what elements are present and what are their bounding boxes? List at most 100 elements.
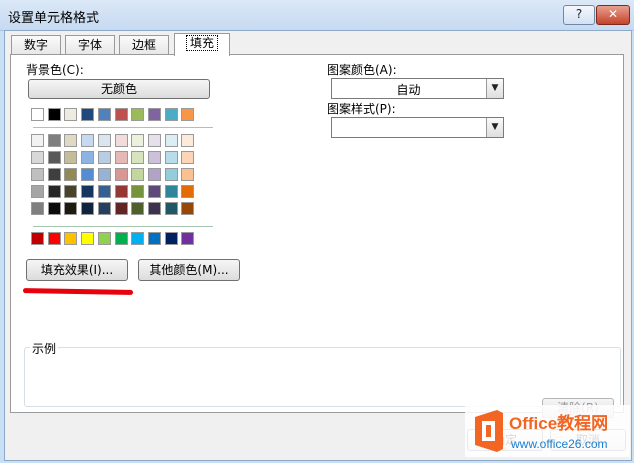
color-swatch[interactable] <box>181 168 195 181</box>
color-swatch[interactable] <box>81 151 95 164</box>
standard-color-swatch[interactable] <box>164 232 178 245</box>
fill-effects-button[interactable]: 填充效果(I)... <box>26 259 128 281</box>
standard-color-swatch[interactable] <box>131 232 145 245</box>
watermark-brand: Office教程网 <box>509 413 608 433</box>
color-swatch[interactable] <box>114 202 128 215</box>
color-swatch[interactable] <box>131 108 145 121</box>
tab-font[interactable]: 字体 <box>65 35 115 55</box>
standard-color-swatch[interactable] <box>114 232 128 245</box>
standard-color-swatch[interactable] <box>47 232 61 245</box>
color-swatch[interactable] <box>31 134 44 147</box>
pattern-color-dropdown[interactable]: 自动 ▼ <box>331 78 504 99</box>
color-swatch[interactable] <box>31 185 44 198</box>
color-swatch[interactable] <box>81 108 95 121</box>
help-button[interactable]: ? <box>563 5 595 25</box>
color-swatch[interactable] <box>114 151 128 164</box>
title-bar: 设置单元格格式 ? ✕ <box>0 0 634 31</box>
color-swatch[interactable] <box>64 108 78 121</box>
color-swatch[interactable] <box>64 134 78 147</box>
no-color-button[interactable]: 无颜色 <box>28 79 210 99</box>
more-colors-button[interactable]: 其他颜色(M)... <box>138 259 240 281</box>
tab-fill[interactable]: 填充 <box>174 33 230 56</box>
color-swatch[interactable] <box>147 151 161 164</box>
color-swatch[interactable] <box>81 134 95 147</box>
pattern-style-label: 图案样式(P): <box>327 102 396 116</box>
color-swatch[interactable] <box>131 151 145 164</box>
color-swatch[interactable] <box>131 134 145 147</box>
dialog-client: 数字 字体 边框 填充 背景色(C): 无颜色 填充效果(I)... 其他颜色(… <box>4 30 632 461</box>
window-title: 设置单元格格式 <box>8 11 100 26</box>
color-swatch[interactable] <box>47 108 61 121</box>
pattern-style-dropdown[interactable]: ▼ <box>331 117 504 138</box>
color-swatch[interactable] <box>81 202 95 215</box>
color-swatch[interactable] <box>81 168 95 181</box>
chevron-down-icon[interactable]: ▼ <box>486 118 503 137</box>
color-swatch[interactable] <box>131 168 145 181</box>
color-swatch[interactable] <box>97 202 111 215</box>
color-swatch[interactable] <box>31 151 44 164</box>
color-swatch[interactable] <box>114 168 128 181</box>
color-swatch[interactable] <box>81 185 95 198</box>
chevron-down-icon[interactable]: ▼ <box>486 79 503 98</box>
color-swatch[interactable] <box>181 185 195 198</box>
color-swatch[interactable] <box>31 168 44 181</box>
color-swatch[interactable] <box>97 168 111 181</box>
color-swatch[interactable] <box>147 134 161 147</box>
office-logo-icon <box>475 410 503 452</box>
color-swatch[interactable] <box>97 108 111 121</box>
color-swatch[interactable] <box>114 134 128 147</box>
color-swatch[interactable] <box>131 202 145 215</box>
color-swatch[interactable] <box>47 185 61 198</box>
color-swatch[interactable] <box>64 168 78 181</box>
fill-panel: 背景色(C): 无颜色 填充效果(I)... 其他颜色(M)... 图案颜色(A… <box>10 54 624 413</box>
standard-color-swatch[interactable] <box>31 232 44 245</box>
tab-border[interactable]: 边框 <box>119 35 169 55</box>
background-color-label: 背景色(C): <box>26 63 84 77</box>
color-swatch[interactable] <box>47 168 61 181</box>
color-swatch[interactable] <box>114 185 128 198</box>
color-swatch[interactable] <box>147 168 161 181</box>
color-swatch[interactable] <box>164 185 178 198</box>
color-swatch[interactable] <box>47 151 61 164</box>
color-swatch[interactable] <box>164 168 178 181</box>
color-swatch[interactable] <box>97 185 111 198</box>
red-underline-annotation <box>22 288 134 295</box>
color-swatch[interactable] <box>164 202 178 215</box>
pattern-color-value: 自动 <box>396 83 421 97</box>
palette-divider <box>33 226 213 227</box>
sample-group <box>24 347 621 407</box>
color-swatch[interactable] <box>31 108 44 121</box>
color-swatch[interactable] <box>164 151 178 164</box>
standard-color-swatch[interactable] <box>97 232 111 245</box>
standard-color-swatch[interactable] <box>181 232 195 245</box>
color-swatch[interactable] <box>31 202 44 215</box>
standard-color-swatch[interactable] <box>64 232 78 245</box>
color-swatch[interactable] <box>164 108 178 121</box>
color-swatch[interactable] <box>97 134 111 147</box>
palette-divider <box>33 127 213 128</box>
color-swatch[interactable] <box>64 185 78 198</box>
color-swatch[interactable] <box>147 202 161 215</box>
color-swatch[interactable] <box>64 151 78 164</box>
color-swatch[interactable] <box>181 134 195 147</box>
color-swatch[interactable] <box>181 151 195 164</box>
standard-color-swatch[interactable] <box>147 232 161 245</box>
watermark-url: www.office26.com <box>510 437 608 451</box>
color-swatch[interactable] <box>47 134 61 147</box>
color-swatch[interactable] <box>181 202 195 215</box>
color-swatch[interactable] <box>147 185 161 198</box>
office-tutorial-watermark: Office教程网 www.office26.com <box>465 405 630 457</box>
close-button[interactable]: ✕ <box>596 5 630 25</box>
color-swatch[interactable] <box>114 108 128 121</box>
color-swatch[interactable] <box>97 151 111 164</box>
standard-color-swatch[interactable] <box>81 232 95 245</box>
color-swatch[interactable] <box>131 185 145 198</box>
tab-number[interactable]: 数字 <box>11 35 61 55</box>
sample-label: 示例 <box>30 340 59 357</box>
color-swatch[interactable] <box>181 108 195 121</box>
pattern-color-label: 图案颜色(A): <box>327 63 397 77</box>
color-swatch[interactable] <box>147 108 161 121</box>
color-swatch[interactable] <box>47 202 61 215</box>
color-swatch[interactable] <box>164 134 178 147</box>
color-swatch[interactable] <box>64 202 78 215</box>
